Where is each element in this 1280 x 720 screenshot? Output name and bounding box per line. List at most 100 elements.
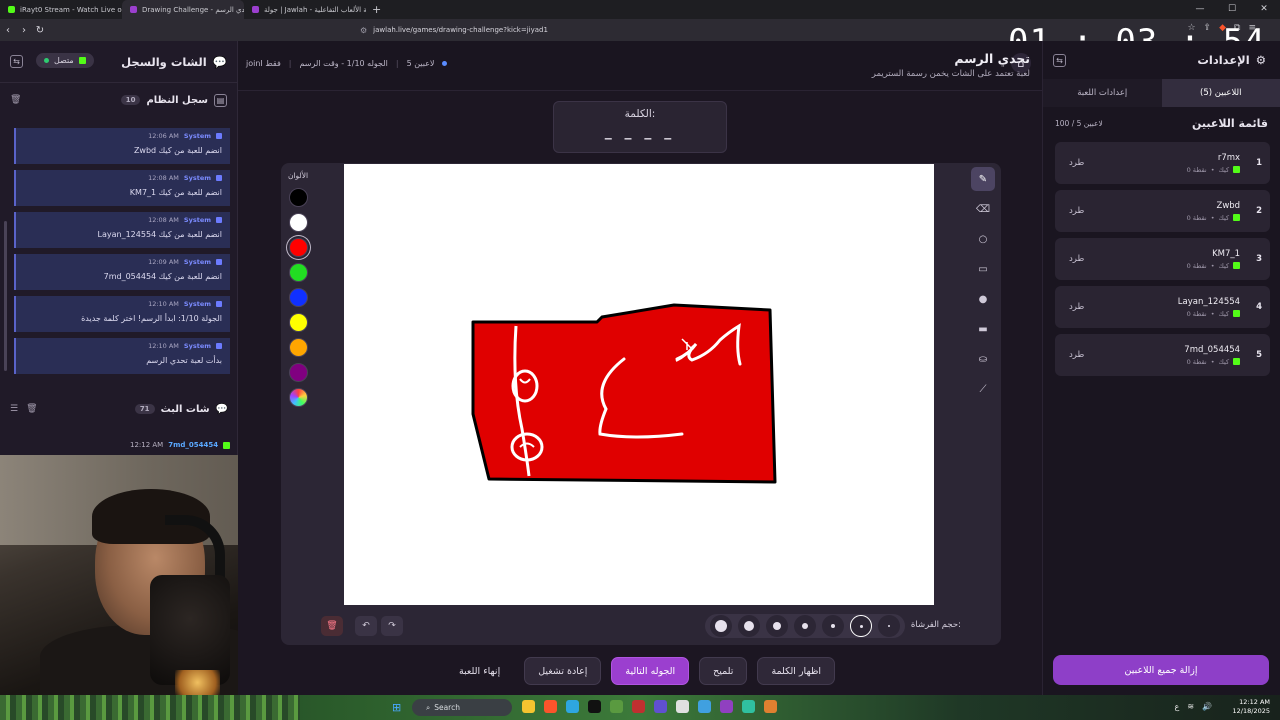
maximize-icon[interactable]: ☐ (1216, 0, 1248, 19)
brush-size-option-selected[interactable] (850, 615, 872, 637)
wifi-icon[interactable]: ≋ (1187, 702, 1194, 711)
log-icon: ▤ (214, 93, 227, 107)
kick-player-button[interactable]: طرد (1069, 158, 1084, 168)
chat-log-header: ⇆ متصل الشات والسجل 💬 (0, 41, 237, 83)
log-text: Zwbd انضم للعبة من كيك (133, 146, 222, 155)
browser-tab-jawlah[interactable]: جولة | Jawlah - منصة الألعاب التفاعلية ✕ (244, 0, 366, 19)
circle-outline-icon[interactable]: ○ (971, 227, 995, 251)
app-icon[interactable] (764, 700, 777, 713)
kick-player-button[interactable]: طرد (1069, 302, 1084, 312)
restart-button[interactable]: إعادة تشغيل (524, 657, 602, 685)
kick-icon (1233, 214, 1241, 221)
clear-canvas-button[interactable]: 🗑 (321, 616, 343, 636)
show-word-button[interactable]: اظهار الكلمة (757, 657, 836, 685)
kick-player-button[interactable]: طرد (1069, 206, 1084, 216)
color-swatch-black[interactable] (288, 188, 308, 207)
kick-player-button[interactable]: طرد (1069, 350, 1084, 360)
rectangle-fill-icon[interactable]: ▬ (971, 317, 995, 341)
clock[interactable]: 12:12 AM 12/18/2025 (1233, 698, 1270, 716)
color-swatch-white[interactable] (288, 213, 308, 232)
app-icon[interactable] (654, 700, 667, 713)
player-name: Zwbd (1216, 200, 1241, 211)
tab-players[interactable]: اللاعبين (5) (1161, 79, 1280, 107)
tiktok-icon[interactable] (588, 700, 601, 713)
system-log-title: 10 سجل النظام ▤ (120, 93, 227, 107)
back-icon[interactable]: ‹ (0, 25, 16, 36)
browser-tab-kick[interactable]: iRayt0 Stream - Watch Live on Kick ✕ (0, 0, 122, 19)
log-time: 12:10 AM (148, 300, 179, 308)
site-info-icon[interactable]: ⚙ (360, 26, 367, 35)
custom-color-picker[interactable] (288, 388, 308, 407)
forward-icon[interactable]: › (16, 25, 32, 36)
pencil-icon[interactable]: ✎ (971, 167, 995, 191)
collapse-panel-icon[interactable]: ⇆ (1053, 53, 1066, 67)
connection-label: متصل (54, 56, 74, 65)
brave-browser-icon[interactable] (544, 700, 557, 713)
kick-icon (1233, 358, 1241, 365)
brush-size-option[interactable] (738, 615, 760, 637)
redo-icon[interactable]: ↷ (381, 616, 403, 636)
color-swatch-blue[interactable] (288, 288, 308, 307)
app-icon[interactable] (742, 700, 755, 713)
fill-bucket-icon[interactable]: ⛀ (971, 347, 995, 371)
undo-icon[interactable]: ↶ (355, 616, 377, 636)
drawing-canvas[interactable] (344, 164, 934, 605)
clock-date: 12/18/2025 (1232, 707, 1270, 715)
new-tab-button[interactable]: + (366, 3, 387, 16)
brush-size-option[interactable] (822, 615, 844, 637)
brush-size-option[interactable] (710, 615, 732, 637)
tab-game-settings[interactable]: إعدادات اللعبة (1043, 79, 1162, 107)
color-swatch-yellow[interactable] (288, 313, 308, 332)
close-window-icon[interactable]: ✕ (1248, 0, 1280, 19)
player-info: r7mx 0 نقطة • كيك (1187, 153, 1241, 174)
kick-icon (78, 57, 86, 64)
app-icon[interactable] (632, 700, 645, 713)
log-entry: 12:09 AM System 7md_054454 انضم للعبة من … (14, 254, 230, 290)
rectangle-outline-icon[interactable]: ▭ (971, 257, 995, 281)
minimize-icon[interactable]: — (1184, 0, 1216, 19)
brush-size-option[interactable] (878, 615, 900, 637)
log-time: 12:10 AM (148, 342, 179, 350)
kick-player-button[interactable]: طرد (1069, 254, 1084, 264)
taskbar-search[interactable]: ⌕ Search (412, 699, 512, 716)
trash-icon[interactable]: 🗑 (26, 404, 37, 414)
url-field[interactable]: ⚙ jawlah.live/games/drawing-challenge?ki… (360, 22, 920, 38)
game-actions: إنهاء اللعبة إعادة تشغيل الجوله التالية … (238, 654, 1042, 688)
volume-icon[interactable]: 🔊 (1202, 702, 1212, 711)
end-game-button[interactable]: إنهاء اللعبة (445, 657, 514, 685)
edge-icon[interactable] (566, 700, 579, 713)
log-sender: System (183, 258, 211, 266)
circle-fill-icon[interactable]: ● (971, 287, 995, 311)
browser-tab-drawing[interactable]: Drawing Challenge - تحدي الرسم ✕ (122, 0, 244, 19)
reload-icon[interactable]: ↻ (32, 25, 48, 36)
eraser-icon[interactable]: ⌫ (971, 197, 995, 221)
color-swatch-purple[interactable] (288, 363, 308, 382)
settings-panel: ⇆ الإعدادات ⚙ إعدادات اللعبة اللاعبين (5… (1042, 41, 1280, 695)
log-text: KM7_1 انضم للعبة من كيك (129, 188, 222, 197)
line-icon[interactable]: ⟋ (971, 377, 995, 401)
windows-start-icon[interactable]: ⊞ (392, 701, 401, 714)
brush-size-option[interactable] (766, 615, 788, 637)
next-round-button[interactable]: الجوله التالية (611, 657, 690, 685)
tab-label: جولة | Jawlah - منصة الألعاب التفاعلية (264, 5, 366, 14)
log-scrollbar[interactable] (4, 221, 7, 371)
chat-count: 71 (134, 404, 155, 414)
hint-button[interactable]: تلميح (699, 657, 748, 685)
brush-size-option[interactable] (794, 615, 816, 637)
trash-icon[interactable]: 🗑 (10, 95, 21, 105)
color-swatch-red[interactable] (288, 238, 308, 257)
remove-all-players-button[interactable]: إزالة جميع اللاعبين (1053, 655, 1269, 685)
player-sub: 0 نقطة • كيك (1184, 357, 1241, 366)
player-sub: 0 نقطة • كيك (1187, 214, 1241, 222)
filter-icon[interactable]: ☰ (10, 404, 18, 414)
app-icon[interactable] (720, 700, 733, 713)
color-swatch-green[interactable] (288, 263, 308, 282)
collapse-panel-icon[interactable]: ⇆ (10, 55, 23, 68)
file-explorer-icon[interactable] (522, 700, 535, 713)
app-icon[interactable] (676, 700, 689, 713)
color-swatch-orange[interactable] (288, 338, 308, 357)
language-indicator[interactable]: ع (1175, 702, 1180, 711)
player-points: 0 نقطة (1186, 357, 1207, 366)
app-icon[interactable] (698, 700, 711, 713)
minecraft-icon[interactable] (610, 700, 623, 713)
